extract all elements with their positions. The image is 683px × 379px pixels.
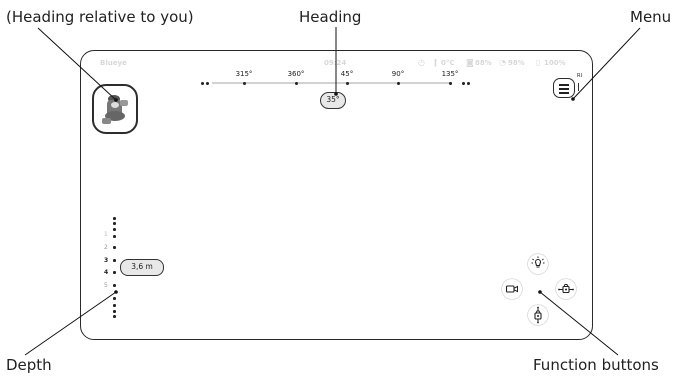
compass-tick: [243, 82, 246, 85]
timer-icon: ◷: [418, 58, 425, 67]
menu-badge: RI: [577, 73, 582, 79]
callout-function-buttons: Function buttons: [533, 356, 659, 374]
compass-end-dot: [206, 82, 209, 85]
network-name: Blueye: [100, 59, 127, 67]
compass-tick-label: 90°: [391, 70, 405, 78]
depth-scale-label: 3: [104, 257, 109, 264]
battery-icon: ▯: [536, 58, 541, 67]
compass-bar: [212, 82, 452, 84]
callout-relative-heading: (Heading relative to you): [6, 8, 194, 26]
compass-tick-label: 135°: [441, 70, 459, 78]
compass-tick-label: 360°: [287, 70, 305, 78]
water-temperature: 0°C: [441, 59, 455, 67]
drone-battery-icon: ◙: [466, 58, 474, 67]
drone-icon: [102, 95, 128, 124]
callout-menu: Menu: [630, 8, 672, 26]
compass-end-dot: [462, 82, 465, 85]
camera-button[interactable]: [502, 279, 522, 299]
position-button[interactable]: [556, 279, 576, 299]
clock: 09:24: [324, 59, 347, 67]
battery-level: 100%: [544, 59, 566, 67]
menu-button[interactable]: [553, 78, 575, 98]
callout-heading: Heading: [299, 8, 362, 26]
indicator-1-value: 88%: [475, 59, 492, 67]
light-button[interactable]: [528, 254, 548, 274]
compass-tick: [449, 82, 452, 85]
thermometer-icon: ǀ: [434, 58, 437, 67]
compass-tick-label: 315°: [235, 70, 253, 78]
compass-end-dot: [201, 82, 204, 85]
menu-badge-mark: [578, 83, 579, 91]
depth-scale-label: 1: [104, 231, 108, 238]
compass-end-dot: [467, 82, 470, 85]
camera-icon: [505, 285, 518, 293]
relative-heading-indicator: [92, 84, 138, 134]
depth-value-badge: 3,6 m: [120, 259, 164, 276]
tilt-icon: [534, 306, 542, 324]
depth-scale-label: 5: [104, 282, 108, 289]
hamburger-icon: [559, 84, 569, 94]
tilt-button[interactable]: [528, 305, 548, 325]
indicator-2-value: 98%: [508, 59, 525, 67]
callout-depth: Depth: [6, 356, 52, 374]
heading-value-badge: 35°: [320, 92, 346, 109]
depth-scale-label: 4: [104, 269, 109, 276]
compass-tick: [346, 82, 349, 85]
signal-icon: ◔: [499, 58, 506, 67]
depth-scale-label: 2: [104, 244, 108, 251]
position-icon: [558, 284, 574, 294]
compass-tick-label: 45°: [340, 70, 354, 78]
compass-tick: [397, 82, 400, 85]
compass-tick: [295, 82, 298, 85]
light-icon: [531, 256, 545, 268]
